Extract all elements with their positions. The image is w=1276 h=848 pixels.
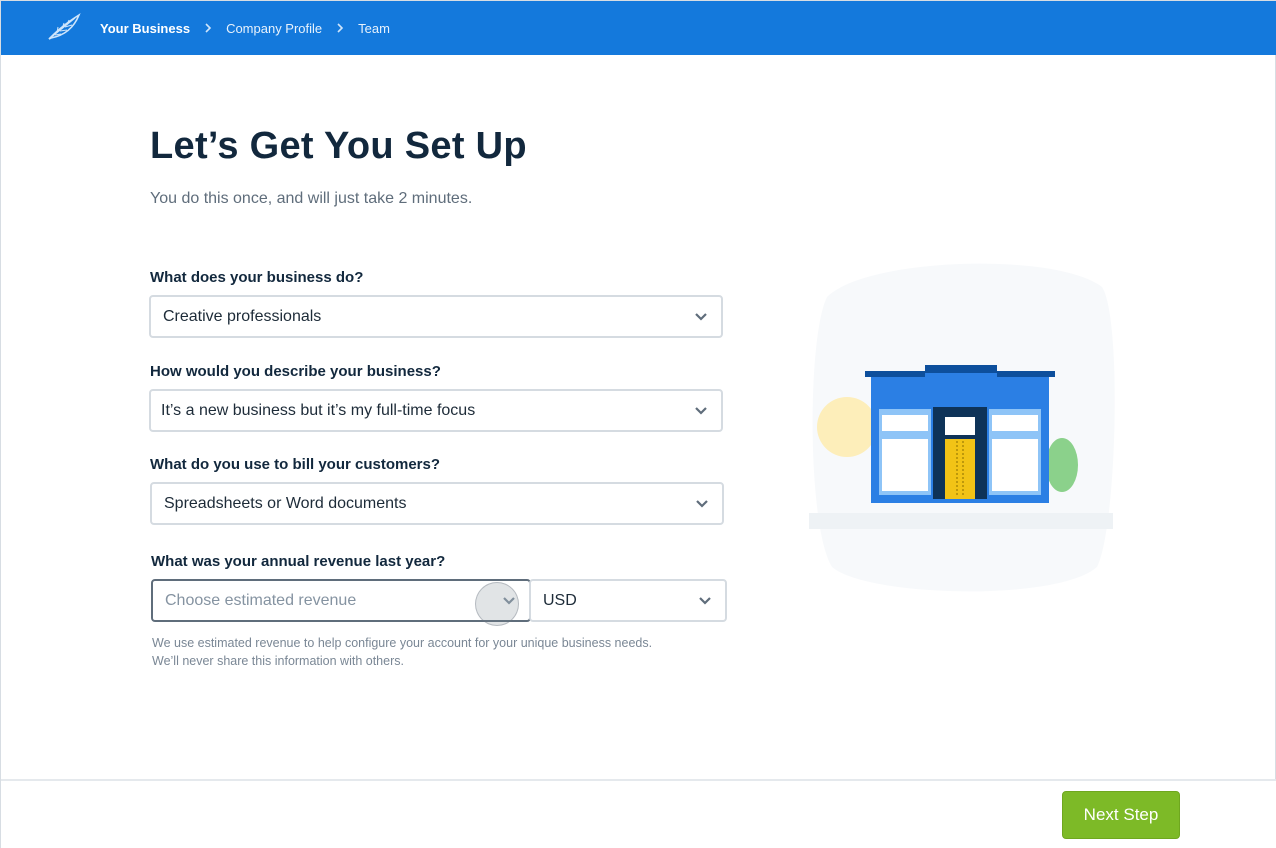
chevron-down-icon (699, 597, 711, 605)
chevron-down-icon (696, 500, 708, 508)
next-step-button[interactable]: Next Step (1062, 791, 1180, 839)
breadcrumb-your-business[interactable]: Your Business (100, 21, 190, 36)
breadcrumb: Your Business Company Profile Team (100, 1, 390, 55)
top-navigation-bar: Your Business Company Profile Team (1, 1, 1276, 55)
breadcrumb-company-profile[interactable]: Company Profile (226, 21, 322, 36)
currency-select[interactable]: USD (529, 579, 727, 622)
helper-line: We’ll never share this information with … (152, 654, 404, 668)
billing-method-select[interactable]: Spreadsheets or Word documents (150, 482, 724, 525)
business-type-label: What does your business do? (150, 269, 364, 286)
chevron-down-icon (695, 313, 707, 321)
revenue-helper-text: We use estimated revenue to help configu… (152, 634, 652, 670)
cursor-indicator (475, 582, 519, 626)
billing-method-label: What do you use to bill your customers? (150, 456, 441, 473)
chevron-right-icon (205, 23, 212, 33)
page-subtitle: You do this once, and will just take 2 m… (150, 190, 473, 207)
page-title: Let’s Get You Set Up (150, 125, 527, 167)
business-type-select[interactable]: Creative professionals (149, 295, 723, 338)
business-type-value: Creative professionals (163, 307, 322, 325)
breadcrumb-team[interactable]: Team (358, 21, 390, 36)
currency-value: USD (543, 591, 577, 609)
business-description-label: How would you describe your business? (150, 363, 441, 380)
storefront-illustration (809, 263, 1115, 592)
annual-revenue-select[interactable]: Choose estimated revenue (151, 579, 531, 622)
helper-line: We use estimated revenue to help configu… (152, 636, 653, 650)
annual-revenue-placeholder: Choose estimated revenue (165, 591, 357, 609)
chevron-right-icon (337, 23, 344, 33)
business-description-select[interactable]: It’s a new business but it’s my full-tim… (149, 389, 723, 432)
annual-revenue-label: What was your annual revenue last year? (151, 553, 446, 570)
chevron-down-icon (695, 407, 707, 415)
business-description-value: It’s a new business but it’s my full-tim… (161, 401, 476, 419)
leaf-logo-icon[interactable] (45, 11, 81, 43)
billing-method-value: Spreadsheets or Word documents (164, 494, 407, 512)
